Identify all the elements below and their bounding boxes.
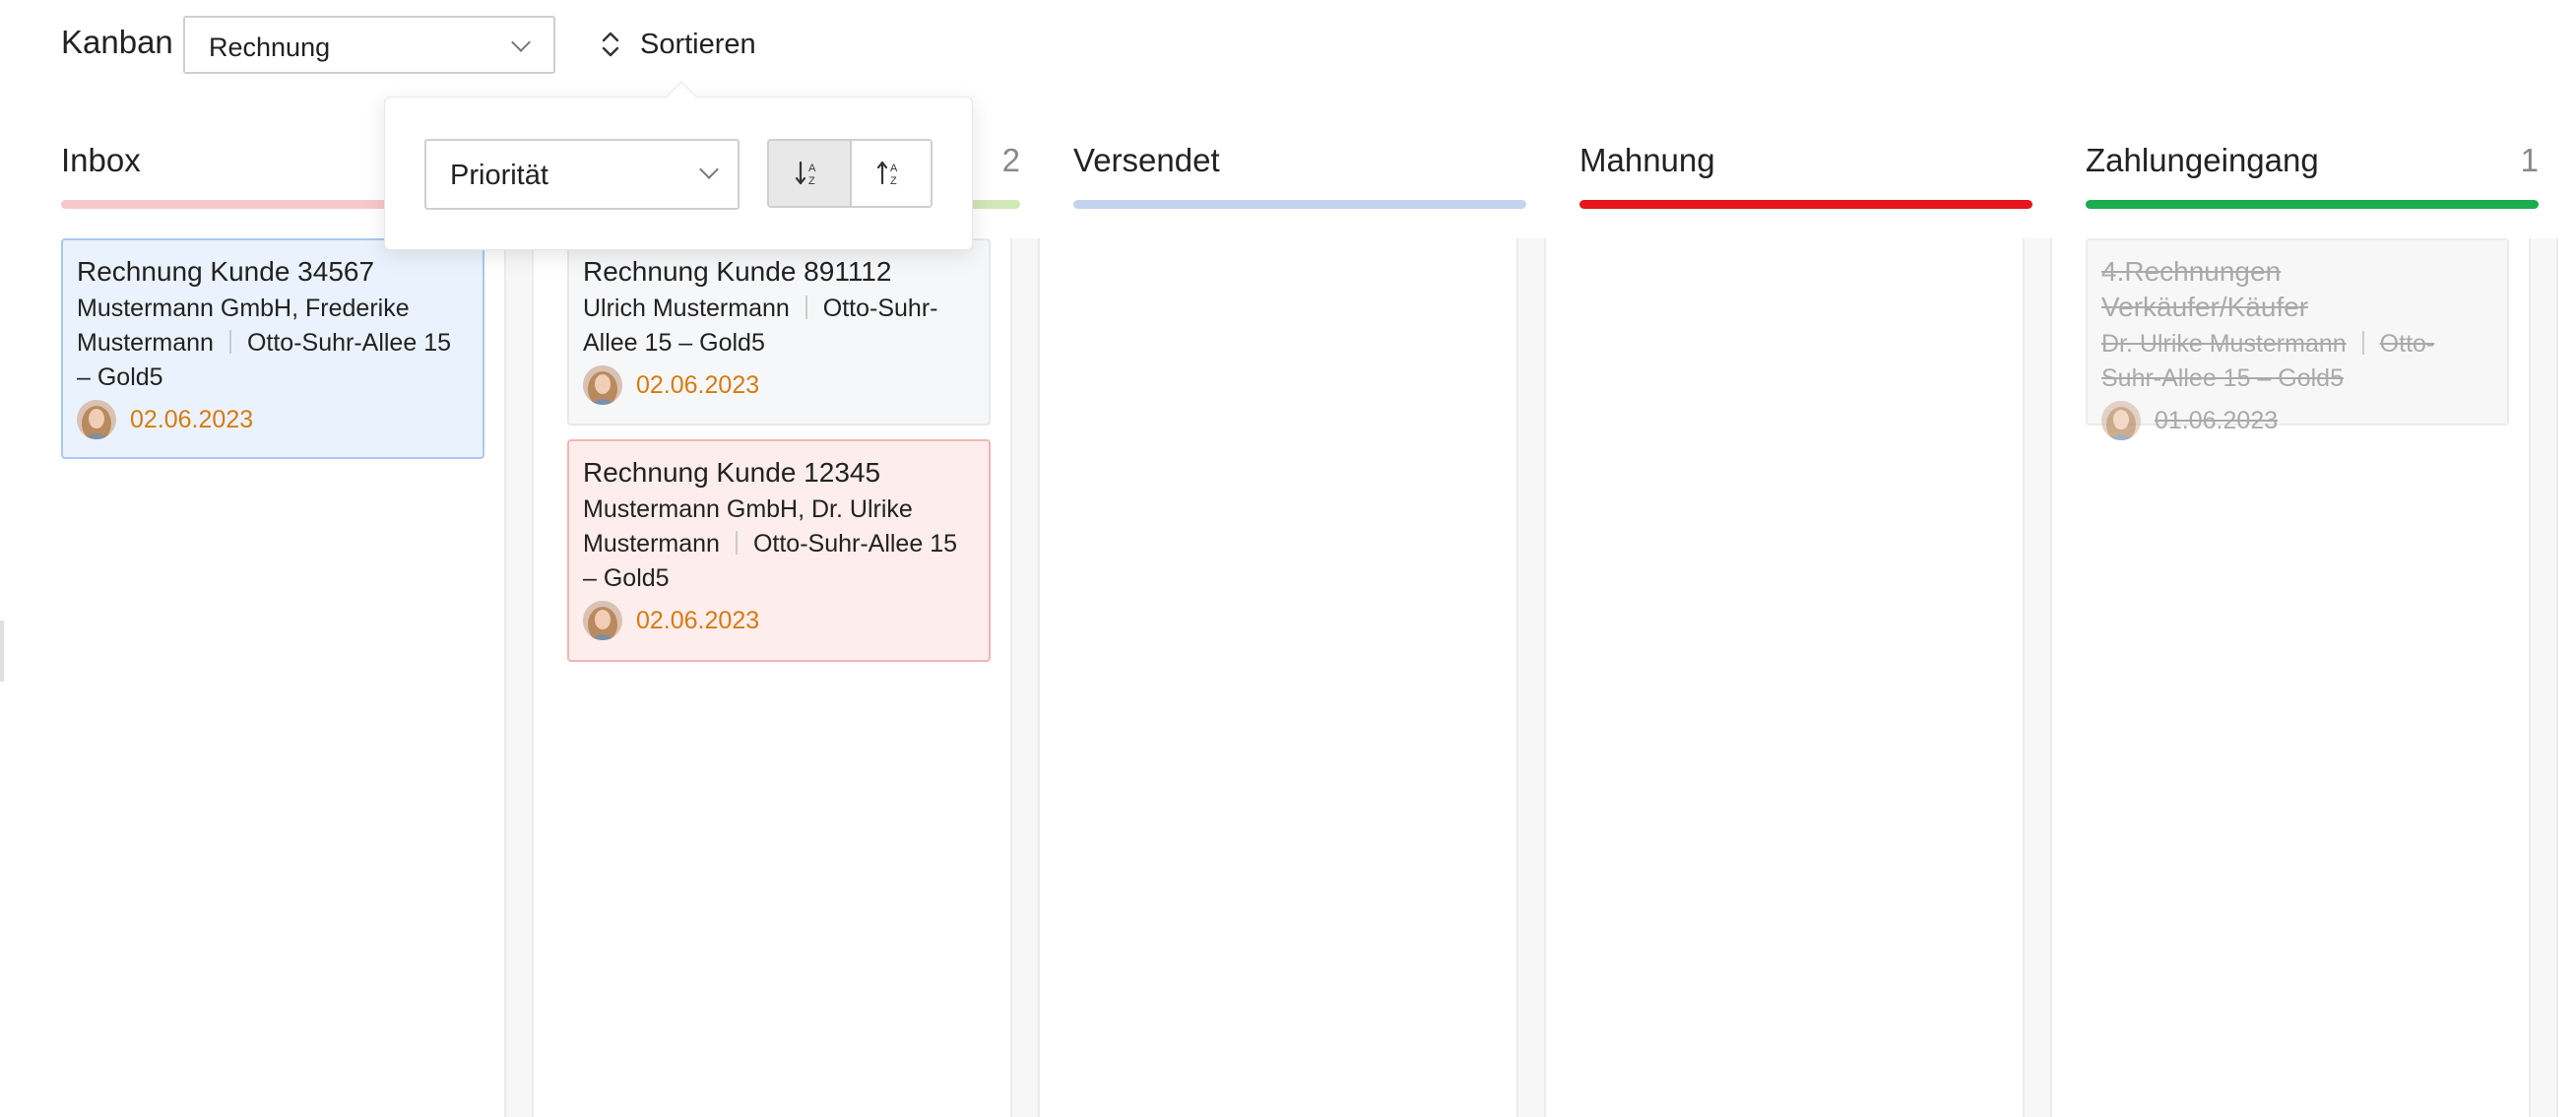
card-title: Rechnung Kunde 891112 [583,256,892,287]
board-select-value: Rechnung [209,33,331,62]
column-color-bar [2086,200,2539,209]
svg-text:Z: Z [890,175,897,187]
card-footer: 02.06.2023 [583,364,975,406]
avatar [583,601,622,640]
card-company: Ulrich Mustermann [583,295,790,322]
column-divider [504,238,534,1117]
sort-direction-group: A Z A Z [767,139,933,208]
column-title: Versendet [1073,142,1220,178]
column-color-bar [1579,200,2032,209]
card-title: Rechnung Kunde 34567 [77,256,375,287]
card-date: 02.06.2023 [636,606,760,634]
top-toolbar: Kanban Rechnung Sortieren [0,0,2576,91]
chevron-down-icon [699,160,719,179]
avatar [583,365,622,405]
kanban-card[interactable]: Rechnung Kunde 34567 Mustermann GmbH, Fr… [61,238,484,459]
column-divider [1010,238,1040,1117]
card-footer: 01.06.2023 [2101,400,2493,441]
kanban-card[interactable]: Rechnung Kunde 891112 Ulrich Mustermann O… [567,238,991,426]
chevron-down-icon [511,33,531,52]
sort-button-label: Sortieren [640,29,756,60]
card-company: Dr. Ulrike Mustermann [2101,330,2347,358]
card-meta: Ulrich Mustermann Otto-Suhr-Allee 15 – Go… [583,292,975,361]
column-header-zahlungeingang: Zahlungeingang 1 [2086,142,2539,201]
column-count: 1 [2520,142,2539,178]
card-meta: Dr. Ulrike Mustermann Otto-Suhr-Allee 15 … [2101,327,2493,396]
card-date: 01.06.2023 [2155,406,2279,434]
column-divider [2529,238,2558,1117]
sort-button[interactable]: Sortieren [589,22,776,69]
scroll-edge [0,621,4,682]
sort-field-value: Priorität [450,160,548,191]
column-count: 2 [1001,142,1020,178]
sort-asc-icon: A Z [876,161,898,187]
card-title: 4.Rechnungen Verkäufer/Käufer [2101,256,2309,322]
card-meta: Mustermann GmbH, Dr. Ulrike Mustermann Ot… [583,493,975,596]
sort-popover: Priorität A Z A Z [384,81,973,250]
column-title: Inbox [61,142,141,178]
kanban-card[interactable]: Rechnung Kunde 12345 Mustermann GmbH, Dr… [567,439,991,662]
sort-field-select[interactable]: Priorität [424,139,740,210]
sort-updown-icon [602,32,619,57]
avatar [77,400,116,439]
svg-text:A: A [890,163,898,174]
card-title: Rechnung Kunde 12345 [583,457,881,488]
column-title: Zahlungeingang [2086,142,2319,178]
column-divider [1516,238,1546,1117]
card-meta: Mustermann GmbH, Frederike Mustermann Ott… [77,292,469,395]
meta-separator [228,330,231,354]
meta-separator [805,296,807,319]
sort-ascending-button[interactable]: A Z [850,141,931,206]
svg-text:A: A [808,163,816,174]
column-divider [2023,238,2052,1117]
kanban-card[interactable]: 4.Rechnungen Verkäufer/Käufer Dr. Ulrike… [2086,238,2509,440]
svg-text:Z: Z [808,175,815,187]
card-footer: 02.06.2023 [77,399,469,440]
meta-separator [2361,331,2364,355]
column-header-versendet: Versendet [1073,142,1526,201]
card-date: 02.06.2023 [130,405,254,433]
column-color-bar [1073,200,1526,209]
board-select[interactable]: Rechnung [183,16,555,74]
avatar [2101,401,2141,440]
meta-separator [735,531,738,555]
sort-descending-button[interactable]: A Z [769,141,850,206]
card-footer: 02.06.2023 [583,600,975,641]
page-title: Kanban [61,24,173,60]
card-date: 02.06.2023 [636,370,760,399]
sort-desc-icon: A Z [795,161,816,187]
column-title: Mahnung [1579,142,1715,178]
column-header-mahnung: Mahnung [1579,142,2032,201]
